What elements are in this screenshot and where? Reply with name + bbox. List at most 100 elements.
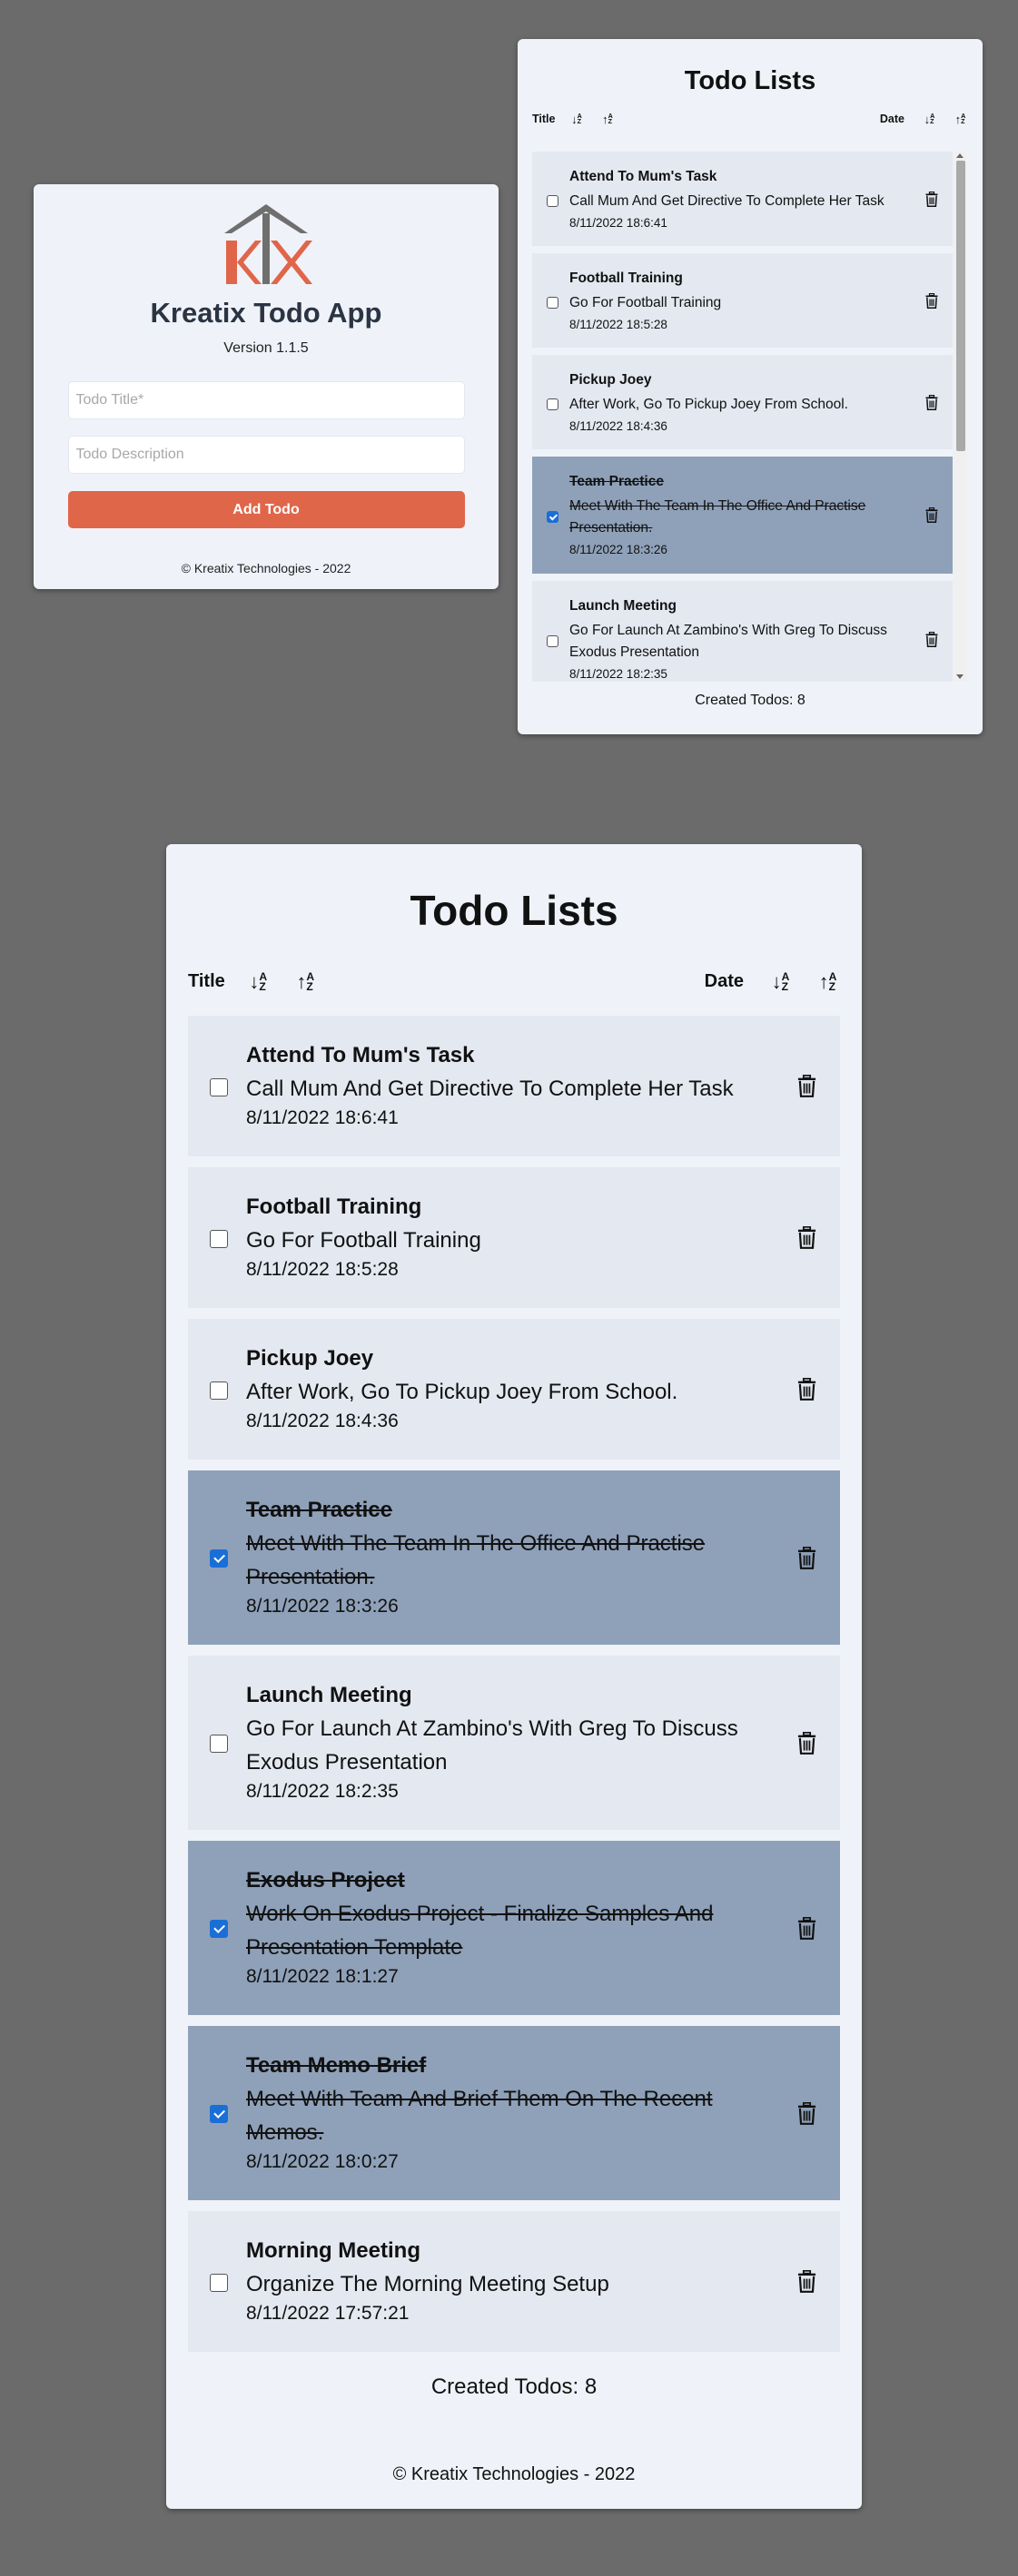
todo-done-checkbox[interactable]	[547, 398, 558, 410]
todo-description-input[interactable]	[67, 436, 465, 474]
todo-done-checkbox[interactable]	[547, 296, 558, 309]
todo-content: Football Training Go For Football Trainin…	[246, 1195, 777, 1281]
delete-trash-icon[interactable]	[925, 631, 938, 647]
todo-title: Pickup Joey	[246, 1346, 374, 1371]
todo-description: Go For Launch At Zambino's With Greg To …	[246, 1716, 738, 1775]
todo-content: Pickup Joey After Work, Go To Pickup Joey…	[569, 372, 913, 433]
sort-date-asc-icon[interactable]: ↑ A Z	[813, 971, 842, 992]
created-todos-count: Created Todos: 8	[430, 2374, 598, 2399]
todo-timestamp: 8/11/2022 18:1:27	[246, 1966, 399, 1987]
app-title: Kreatix Todo App	[150, 297, 382, 329]
delete-trash-icon[interactable]	[925, 394, 938, 410]
todo-done-checkbox[interactable]	[210, 2105, 228, 2123]
todo-description: Go For Football Training	[246, 1228, 481, 1253]
scrollbar[interactable]	[953, 152, 967, 682]
todo-lists-card-small: Todo Lists Title ↓ A Z ↑ A Z Date ↓ A Z ↑ A Z At…	[518, 39, 983, 734]
todo-description: Work On Exodus Project - Finalize Sample…	[246, 1902, 714, 1960]
todo-done-checkbox[interactable]	[210, 1549, 228, 1568]
todo-item: Team Practice Meet With The Team In The O…	[532, 457, 953, 574]
delete-trash-icon[interactable]	[797, 1377, 816, 1401]
todo-timestamp: 8/11/2022 18:6:41	[246, 1107, 399, 1128]
todo-content: Attend To Mum's Task Call Mum And Get Dir…	[246, 1043, 777, 1129]
todo-description: After Work, Go To Pickup Joey From Schoo…	[569, 396, 848, 412]
delete-trash-icon[interactable]	[925, 292, 938, 309]
sort-date-asc-icon[interactable]: ↑ A Z	[950, 113, 970, 124]
todo-title: Football Training	[569, 270, 683, 286]
todo-done-checkbox[interactable]	[210, 1381, 228, 1400]
todo-item: Morning Meeting Organize The Morning Meet…	[188, 2211, 840, 2352]
todo-description: Meet With The Team In The Office And Pra…	[246, 1531, 706, 1589]
todo-item: Launch Meeting Go For Launch At Zambino's…	[188, 1656, 840, 1830]
add-todo-button[interactable]: Add Todo	[67, 491, 465, 528]
todo-timestamp: 8/11/2022 18:4:36	[246, 1411, 399, 1431]
sort-bar: Title ↓ A Z ↑ A Z Date ↓ A Z ↑ A Z	[188, 971, 842, 992]
todo-description: Go For Football Training	[569, 294, 722, 310]
todo-done-checkbox[interactable]	[547, 511, 558, 523]
todo-item: Pickup Joey After Work, Go To Pickup Joey…	[188, 1319, 840, 1460]
todo-title: Football Training	[246, 1195, 422, 1219]
todo-timestamp: 8/11/2022 18:2:35	[246, 1781, 399, 1802]
todo-title: Launch Meeting	[569, 598, 677, 614]
scrollbar-thumb[interactable]	[956, 161, 965, 451]
todo-content: Attend To Mum's Task Call Mum And Get Dir…	[569, 169, 913, 230]
todo-content: Launch Meeting Go For Launch At Zambino's…	[246, 1683, 777, 1803]
sort-date-label: Date	[879, 113, 904, 125]
todo-content: Team Memo Brief Meet With Team And Brief …	[246, 2053, 777, 2173]
todo-done-checkbox[interactable]	[210, 2273, 228, 2292]
todo-description: Call Mum And Get Directive To Complete H…	[569, 192, 885, 209]
todo-content: Football Training Go For Football Trainin…	[569, 270, 913, 331]
delete-trash-icon[interactable]	[797, 1546, 816, 1569]
todo-lists-heading: Todo Lists	[684, 66, 816, 95]
delete-trash-icon[interactable]	[797, 2101, 816, 2125]
delete-trash-icon[interactable]	[925, 506, 938, 523]
todo-timestamp: 8/11/2022 18:0:27	[246, 2151, 399, 2172]
delete-trash-icon[interactable]	[797, 1225, 816, 1249]
add-todo-card: Kreatix Todo App Version 1.1.5 Add Todo …	[34, 184, 499, 589]
scroll-up-icon[interactable]	[956, 153, 964, 158]
todo-done-checkbox[interactable]	[547, 635, 558, 647]
todo-done-checkbox[interactable]	[547, 194, 558, 207]
todo-timestamp: 8/11/2022 18:5:28	[569, 317, 667, 331]
todo-content: Pickup Joey After Work, Go To Pickup Joey…	[246, 1346, 777, 1432]
todo-done-checkbox[interactable]	[210, 1229, 228, 1248]
todo-title: Attend To Mum's Task	[246, 1043, 475, 1067]
todo-title-input[interactable]	[67, 381, 465, 419]
todo-description: Call Mum And Get Directive To Complete H…	[246, 1077, 734, 1101]
todo-content: Morning Meeting Organize The Morning Meet…	[246, 2238, 777, 2325]
kreatix-logo-icon	[224, 204, 312, 284]
delete-trash-icon[interactable]	[797, 2269, 816, 2293]
app-version: Version 1.1.5	[223, 340, 309, 356]
sort-title-asc-icon[interactable]: ↑ A Z	[291, 971, 320, 992]
todo-timestamp: 8/11/2022 18:2:35	[569, 667, 667, 681]
todo-description: After Work, Go To Pickup Joey From Schoo…	[246, 1380, 678, 1404]
sort-date-desc-icon[interactable]: ↓ A Z	[766, 971, 795, 992]
todo-list: Attend To Mum's Task Call Mum And Get Dir…	[188, 1016, 840, 2363]
todo-item: Launch Meeting Go For Launch At Zambino's…	[532, 581, 953, 682]
delete-trash-icon[interactable]	[797, 1074, 816, 1097]
todo-title: Team Practice	[246, 1498, 392, 1522]
todo-content: Team Practice Meet With The Team In The O…	[246, 1498, 777, 1617]
todo-done-checkbox[interactable]	[210, 1920, 228, 1938]
delete-trash-icon[interactable]	[797, 1916, 816, 1940]
sort-title-desc-icon[interactable]: ↓ A Z	[566, 113, 586, 124]
todo-list-scroll-area[interactable]: Attend To Mum's Task Call Mum And Get Dir…	[532, 152, 967, 682]
delete-trash-icon[interactable]	[925, 191, 938, 207]
copyright-footer: © Kreatix Technologies - 2022	[392, 2464, 636, 2484]
sort-title-asc-icon[interactable]: ↑ A Z	[597, 113, 617, 124]
created-todos-count: Created Todos: 8	[695, 693, 806, 708]
todo-done-checkbox[interactable]	[210, 1077, 228, 1096]
copyright-footer: © Kreatix Technologies - 2022	[181, 561, 351, 575]
todo-description: Go For Launch At Zambino's With Greg To …	[569, 623, 887, 660]
sort-date-desc-icon[interactable]: ↓ A Z	[919, 113, 939, 124]
sort-date-label: Date	[704, 971, 744, 991]
todo-title: Team Practice	[569, 474, 664, 489]
todo-done-checkbox[interactable]	[210, 1735, 228, 1753]
todo-title: Team Memo Brief	[246, 2053, 427, 2078]
todo-timestamp: 8/11/2022 18:3:26	[569, 543, 667, 556]
delete-trash-icon[interactable]	[797, 1731, 816, 1755]
todo-title: Pickup Joey	[569, 371, 652, 388]
todo-item: Attend To Mum's Task Call Mum And Get Dir…	[188, 1016, 840, 1156]
scroll-down-icon[interactable]	[956, 674, 964, 679]
todo-item: Football Training Go For Football Trainin…	[532, 253, 953, 348]
sort-title-desc-icon[interactable]: ↓ A Z	[243, 971, 272, 992]
